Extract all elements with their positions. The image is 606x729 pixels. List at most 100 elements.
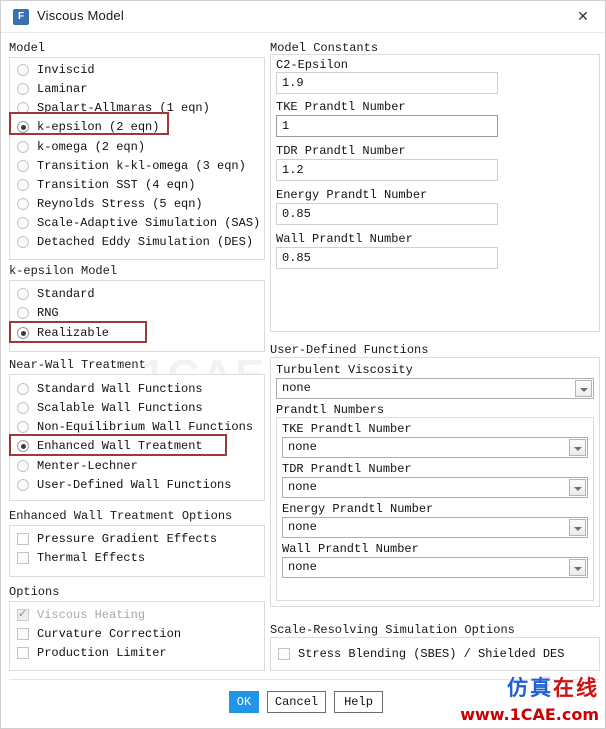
- combo-turbulent-viscosity[interactable]: none: [276, 378, 594, 399]
- checkbox-label: Curvature Correction: [37, 627, 182, 641]
- ok-button[interactable]: OK: [229, 691, 259, 713]
- srs-group-label: Scale-Resolving Simulation Options: [270, 623, 515, 637]
- viscous-model-dialog: F Viscous Model ✕ 1CAE 1CAE Model Invisc…: [0, 0, 606, 729]
- input-wall-prandtl-number[interactable]: [276, 247, 498, 269]
- combo-value: none: [288, 520, 317, 534]
- checkbox-production-limiter[interactable]: Production Limiter: [17, 644, 167, 662]
- radio-label: Reynolds Stress (5 eqn): [37, 197, 203, 211]
- checkbox-label: Stress Blending (SBES) / Shielded DES: [298, 647, 565, 661]
- window-title: Viscous Model: [37, 8, 124, 23]
- checkbox-pressure-gradient-effects[interactable]: Pressure Gradient Effects: [17, 530, 217, 548]
- checkbox-indicator: [278, 648, 290, 660]
- radio-enhanced-wall-treatment[interactable]: Enhanced Wall Treatment: [17, 437, 203, 455]
- radio-indicator: [17, 64, 29, 76]
- radio-indicator: [17, 179, 29, 191]
- radio-realizable[interactable]: Realizable: [17, 324, 109, 342]
- radio-label: k-epsilon (2 eqn): [37, 120, 160, 134]
- cancel-button[interactable]: Cancel: [267, 691, 326, 713]
- radio-indicator: [17, 236, 29, 248]
- prandtl-numbers-group-label: Prandtl Numbers: [276, 403, 385, 417]
- radio-indicator: [17, 141, 29, 153]
- watermark-url: www.1CAE.com: [460, 705, 599, 724]
- radio-indicator: [17, 402, 29, 414]
- checkbox-curvature-correction[interactable]: Curvature Correction: [17, 625, 181, 643]
- model-group-label: Model: [9, 41, 46, 55]
- radio-k-epsilon[interactable]: k-epsilon (2 eqn): [17, 118, 159, 136]
- checkbox-label: Pressure Gradient Effects: [37, 532, 218, 546]
- combo-udf-tke-prandtl-number[interactable]: none: [282, 437, 588, 458]
- radio-indicator: [17, 327, 29, 339]
- watermark-logo: 仿真在线: [507, 672, 599, 702]
- checkbox-label: Viscous Heating: [37, 608, 146, 622]
- combo-udf-tdr-prandtl-number[interactable]: none: [282, 477, 588, 498]
- label-turbulent-viscosity: Turbulent Viscosity: [276, 363, 413, 377]
- radio-label: Menter-Lechner: [37, 459, 138, 473]
- chevron-down-icon[interactable]: [569, 479, 586, 496]
- radio-label: Non-Equilibrium Wall Functions: [37, 420, 254, 434]
- radio-label: Enhanced Wall Treatment: [37, 439, 203, 453]
- input-c2-epsilon[interactable]: [276, 72, 498, 94]
- checkbox-indicator: [17, 647, 29, 659]
- combo-udf-energy-prandtl-number[interactable]: none: [282, 517, 588, 538]
- checkbox-thermal-effects[interactable]: Thermal Effects: [17, 549, 145, 567]
- radio-user-defined-wall-functions[interactable]: User-Defined Wall Functions: [17, 476, 231, 494]
- radio-standard-wall-functions[interactable]: Standard Wall Functions: [17, 380, 203, 398]
- chevron-down-icon[interactable]: [569, 439, 586, 456]
- radio-spalart-allmaras[interactable]: Spalart-Allmaras (1 eqn): [17, 99, 210, 117]
- radio-label: Transition k-kl-omega (3 eqn): [37, 159, 246, 173]
- radio-scale-adaptive-simulation[interactable]: Scale-Adaptive Simulation (SAS): [17, 214, 260, 232]
- radio-indicator: [17, 479, 29, 491]
- radio-label: RNG: [37, 306, 59, 320]
- near-wall-group-label: Near-Wall Treatment: [9, 358, 146, 372]
- radio-indicator: [17, 217, 29, 229]
- checkbox-indicator: [17, 533, 29, 545]
- radio-rng[interactable]: RNG: [17, 304, 59, 322]
- radio-label: User-Defined Wall Functions: [37, 478, 232, 492]
- checkbox-indicator: [17, 552, 29, 564]
- input-energy-prandtl-number[interactable]: [276, 203, 498, 225]
- radio-non-equilibrium-wall-functions[interactable]: Non-Equilibrium Wall Functions: [17, 418, 253, 436]
- label-udf-wall-prandtl-number: Wall Prandtl Number: [282, 542, 419, 556]
- ke-model-group-label: k-epsilon Model: [9, 264, 118, 278]
- input-tdr-prandtl-number[interactable]: [276, 159, 498, 181]
- radio-k-omega[interactable]: k-omega (2 eqn): [17, 138, 145, 156]
- radio-transition-k-kl-omega[interactable]: Transition k-kl-omega (3 eqn): [17, 157, 246, 175]
- chevron-down-icon[interactable]: [569, 519, 586, 536]
- combo-value: none: [288, 560, 317, 574]
- radio-scalable-wall-functions[interactable]: Scalable Wall Functions: [17, 399, 203, 417]
- combo-value: none: [288, 440, 317, 454]
- combo-value: none: [288, 480, 317, 494]
- ewt-options-group-label: Enhanced Wall Treatment Options: [9, 509, 233, 523]
- radio-label: Laminar: [37, 82, 88, 96]
- radio-indicator: [17, 307, 29, 319]
- watermark-logo-red: 在线: [553, 676, 599, 700]
- close-icon[interactable]: ✕: [561, 1, 605, 32]
- radio-label: Scalable Wall Functions: [37, 401, 203, 415]
- radio-detached-eddy-simulation[interactable]: Detached Eddy Simulation (DES): [17, 233, 253, 251]
- radio-reynolds-stress[interactable]: Reynolds Stress (5 eqn): [17, 195, 203, 213]
- udf-group-label: User-Defined Functions: [270, 343, 429, 357]
- input-tke-prandtl-number[interactable]: [276, 115, 498, 137]
- title-bar: F Viscous Model ✕: [1, 1, 605, 33]
- fluent-app-icon: F: [13, 9, 29, 25]
- help-button[interactable]: Help: [334, 691, 383, 713]
- radio-laminar[interactable]: Laminar: [17, 80, 87, 98]
- radio-label: Detached Eddy Simulation (DES): [37, 235, 254, 249]
- label-udf-tdr-prandtl-number: TDR Prandtl Number: [282, 462, 412, 476]
- chevron-down-icon[interactable]: [569, 559, 586, 576]
- label-tdr-prandtl-number: TDR Prandtl Number: [276, 144, 406, 158]
- chevron-down-icon[interactable]: [575, 380, 592, 397]
- radio-label: Standard Wall Functions: [37, 382, 203, 396]
- radio-indicator: [17, 160, 29, 172]
- checkbox-indicator: [17, 607, 29, 621]
- radio-inviscid[interactable]: Inviscid: [17, 61, 95, 79]
- options-group-label: Options: [9, 585, 60, 599]
- label-udf-tke-prandtl-number: TKE Prandtl Number: [282, 422, 412, 436]
- radio-menter-lechner[interactable]: Menter-Lechner: [17, 457, 138, 475]
- checkbox-stress-blending-sbes[interactable]: Stress Blending (SBES) / Shielded DES: [278, 645, 564, 663]
- radio-indicator: [17, 288, 29, 300]
- radio-standard[interactable]: Standard: [17, 285, 95, 303]
- combo-udf-wall-prandtl-number[interactable]: none: [282, 557, 588, 578]
- radio-transition-sst[interactable]: Transition SST (4 eqn): [17, 176, 195, 194]
- label-wall-prandtl-number: Wall Prandtl Number: [276, 232, 413, 246]
